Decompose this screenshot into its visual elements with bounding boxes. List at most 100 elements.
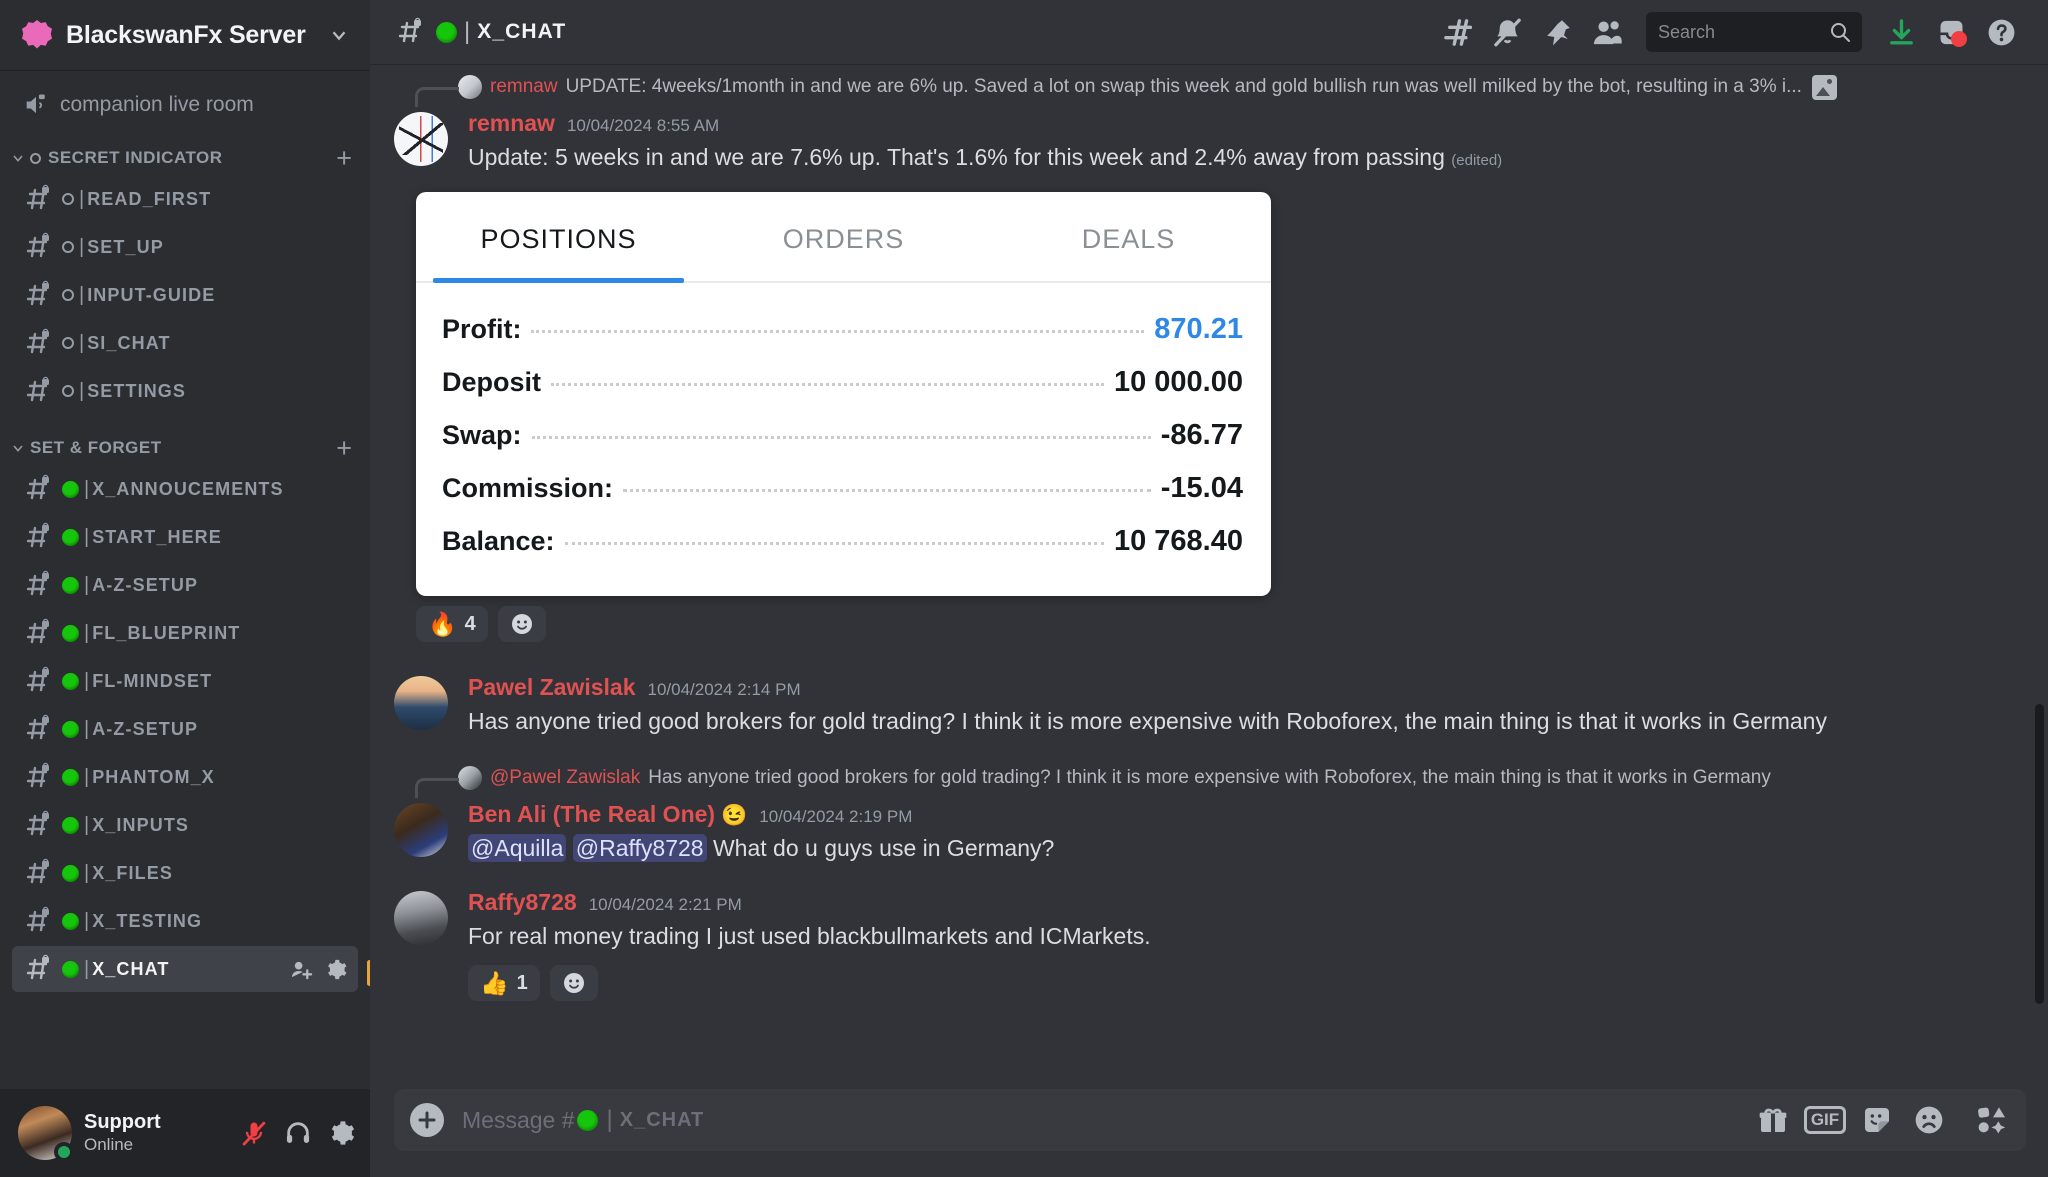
edit-channel-gear-icon[interactable] xyxy=(325,958,348,981)
reply-context[interactable]: @Pawel Zawislak Has anyone tried good br… xyxy=(370,761,2048,798)
gear-icon[interactable] xyxy=(328,1119,356,1147)
leader-dots xyxy=(551,383,1104,387)
message-timestamp: 10/04/2024 2:21 PM xyxy=(588,895,742,915)
sidebar-channel-a-z-setup-2[interactable]: | A-Z-SETUP xyxy=(12,706,358,752)
sidebar-channel-fl-mindset[interactable]: | FL-MINDSET xyxy=(12,658,358,704)
speaker-locked-icon xyxy=(26,94,45,114)
bell-muted-icon[interactable] xyxy=(1482,10,1532,54)
message-author[interactable]: Ben Ali (The Real One) xyxy=(468,801,715,828)
channel-name: FL_BLUEPRINT xyxy=(92,622,241,643)
add-channel-button[interactable]: + xyxy=(336,435,352,462)
message-composer[interactable]: Message # | X_CHAT GIF xyxy=(394,1089,2026,1151)
pin-icon[interactable] xyxy=(1532,10,1582,54)
create-invite-icon[interactable] xyxy=(290,958,313,981)
voice-channel-companion-live-room[interactable]: companion live room xyxy=(12,84,358,126)
mention-raffy8728[interactable]: @Raffy8728 xyxy=(572,833,707,862)
channel-name: X_ANNOUCEMENTS xyxy=(92,478,284,499)
sidebar-channel-si-chat[interactable]: | SI_CHAT xyxy=(12,320,358,366)
add-reaction-icon[interactable] xyxy=(497,606,546,643)
reaction-count: 4 xyxy=(464,612,476,635)
hash-locked-icon xyxy=(22,714,54,744)
reply-text: UPDATE: 4weeks/1month in and we are 6% u… xyxy=(565,76,1802,97)
search-input[interactable] xyxy=(1646,12,1862,52)
mention-aquilla[interactable]: @Aquilla xyxy=(468,833,567,862)
green-dot-icon xyxy=(62,960,79,978)
avatar[interactable] xyxy=(394,112,448,166)
message: remnaw 10/04/2024 8:55 AM Update: 5 week… xyxy=(370,104,2048,178)
reaction-fire[interactable]: 🔥 4 xyxy=(416,606,488,643)
sidebar-channel-fl-blueprint[interactable]: | FL_BLUEPRINT xyxy=(12,610,358,656)
gift-icon[interactable] xyxy=(1750,1097,1796,1143)
channel-separator: | xyxy=(84,717,90,740)
sidebar-channel-phantom-x[interactable]: | PHANTOM_X xyxy=(12,754,358,800)
message-text: Update: 5 weeks in and we are 7.6% up. T… xyxy=(468,141,2026,174)
reply-author[interactable]: @Pawel Zawislak xyxy=(490,767,640,789)
threads-icon[interactable] xyxy=(1432,10,1482,54)
leader-dots xyxy=(564,542,1104,546)
channel-name: INPUT-GUIDE xyxy=(87,284,216,305)
hash-locked-icon xyxy=(22,474,54,504)
tab-orders[interactable]: ORDERS xyxy=(701,192,986,281)
user-panel: Support Online xyxy=(0,1089,370,1177)
row-label: Balance: xyxy=(442,526,555,557)
message-author[interactable]: Pawel Zawislak xyxy=(468,674,635,701)
green-dot-icon xyxy=(62,528,79,546)
apps-icon[interactable] xyxy=(1968,1097,2014,1143)
hash-locked-icon xyxy=(22,810,54,840)
members-icon[interactable] xyxy=(1582,10,1632,54)
channel-name: READ_FIRST xyxy=(87,188,212,209)
message-input[interactable]: Message # | X_CHAT xyxy=(462,1106,1750,1134)
sidebar-channel-x-inputs[interactable]: | X_INPUTS xyxy=(12,802,358,848)
channel-separator: | xyxy=(84,909,90,932)
help-icon[interactable] xyxy=(1976,10,2026,54)
row-value: -15.04 xyxy=(1160,472,1243,505)
server-header[interactable]: BlackswanFx Server xyxy=(0,0,370,70)
reply-author[interactable]: remnaw xyxy=(490,76,558,98)
mic-muted-icon[interactable] xyxy=(240,1119,268,1147)
add-channel-button[interactable]: + xyxy=(336,145,352,172)
sidebar-channel-start-here[interactable]: | START_HERE xyxy=(12,514,358,560)
gif-icon[interactable]: GIF xyxy=(1802,1097,1848,1143)
download-icon[interactable] xyxy=(1876,10,1926,54)
emoji-icon[interactable] xyxy=(1906,1097,1952,1143)
avatar[interactable] xyxy=(394,802,448,857)
green-dot-icon xyxy=(62,624,79,642)
message-list: remnaw UPDATE: 4weeks/1month in and we a… xyxy=(370,64,2048,1081)
sidebar-channel-read-first[interactable]: | READ_FIRST xyxy=(12,176,358,222)
sticker-icon[interactable] xyxy=(1854,1097,1900,1143)
tab-deals[interactable]: DEALS xyxy=(986,192,1271,281)
sidebar-channel-x-annoucements[interactable]: | X_ANNOUCEMENTS xyxy=(12,466,358,512)
search-field[interactable] xyxy=(1658,21,1828,43)
inbox-icon[interactable] xyxy=(1926,10,1976,54)
composer-channel-name: X_CHAT xyxy=(619,1108,705,1131)
sidebar-channel-settings[interactable]: | SETTINGS xyxy=(12,368,358,414)
channel-separator: | xyxy=(84,477,90,500)
message-scrollbar[interactable] xyxy=(2035,704,2044,1004)
sidebar-channel-x-testing[interactable]: | X_TESTING xyxy=(12,898,358,944)
category-secret-indicator[interactable]: SECRET INDICATOR + xyxy=(0,126,370,174)
sidebar-channel-input-guide[interactable]: | INPUT-GUIDE xyxy=(12,272,358,318)
add-reaction-icon[interactable] xyxy=(549,965,598,1002)
channel-topbar: | X_CHAT xyxy=(370,0,2048,64)
sidebar-channel-x-files[interactable]: | X_FILES xyxy=(12,850,358,896)
category-set-and-forget[interactable]: SET & FORGET + xyxy=(0,416,370,464)
reply-context[interactable]: remnaw UPDATE: 4weeks/1month in and we a… xyxy=(370,70,2048,107)
sidebar-channel-x-chat[interactable]: | X_CHAT xyxy=(12,946,370,992)
chevron-down-icon[interactable] xyxy=(328,24,350,46)
channel-name: X_INPUTS xyxy=(92,814,190,835)
message-author[interactable]: Raffy8728 xyxy=(468,889,577,916)
avatar[interactable] xyxy=(394,676,448,731)
tab-positions[interactable]: POSITIONS xyxy=(416,192,701,284)
plus-icon[interactable] xyxy=(410,1103,444,1137)
avatar[interactable] xyxy=(394,891,448,946)
channel-name: A-Z-SETUP xyxy=(92,718,199,739)
avatar[interactable] xyxy=(18,1106,74,1162)
card-row-commission: Commission: -15.04 xyxy=(442,462,1243,515)
leader-dots xyxy=(623,489,1151,493)
sidebar-channel-a-z-setup-1[interactable]: | A-Z-SETUP xyxy=(12,562,358,608)
headset-icon[interactable] xyxy=(284,1119,312,1147)
channel-separator: | xyxy=(84,621,90,644)
reaction-thumbsup[interactable]: 👍 1 xyxy=(468,965,540,1002)
sidebar-channel-set-up[interactable]: | SET_UP xyxy=(12,224,358,270)
message-author[interactable]: remnaw xyxy=(468,110,555,137)
